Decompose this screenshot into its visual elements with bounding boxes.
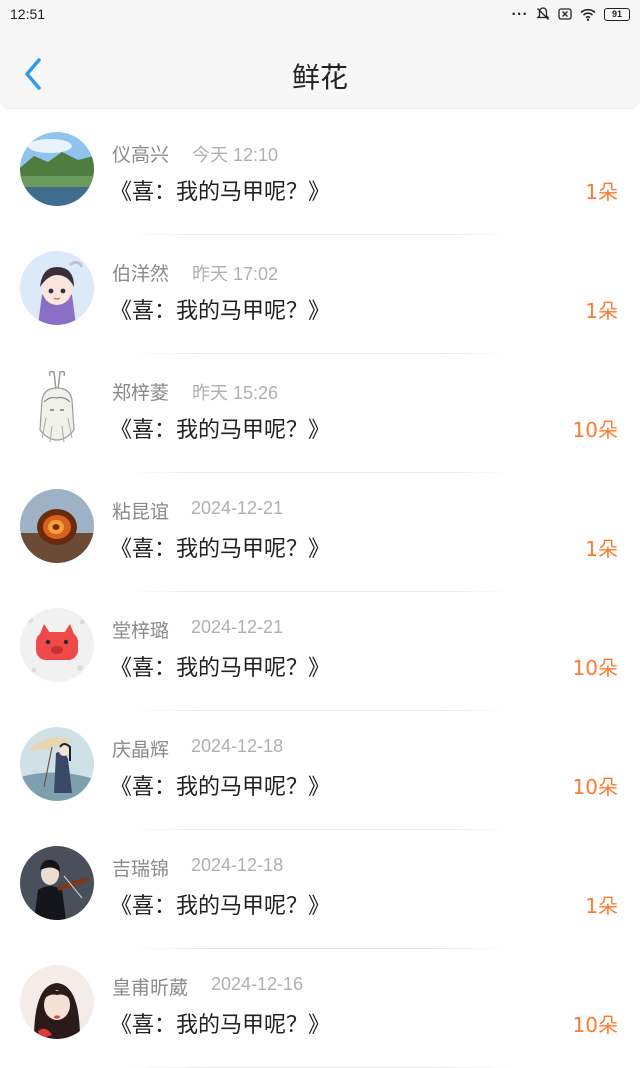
avatar[interactable] [20,846,94,920]
flower-count: 10朵 [572,418,618,442]
timestamp: 2024-12-18 [191,855,284,875]
avatar[interactable] [20,608,94,682]
status-bar: 12:51 ··· 91 [0,0,640,30]
wifi-icon [580,8,596,21]
status-icons: ··· 91 [511,6,630,22]
avatar[interactable] [20,251,94,325]
list-item[interactable]: 皇甫昕葳 2024-12-16 《喜：我的马甲呢？》 10朵 [0,949,640,1068]
gift-title: 《喜：我的马甲呢？》 [110,894,331,919]
user-name: 粘昆谊 [112,501,170,523]
list-item[interactable]: 郑梓菱 昨天 15:26 《喜：我的马甲呢？》 10朵 [0,354,640,473]
bell-muted-icon [536,7,550,20]
gift-title: 《喜：我的马甲呢？》 [110,1013,331,1038]
list-item[interactable]: 仪高兴 今天 12:10 《喜：我的马甲呢？》 1朵 [0,116,640,235]
list-item[interactable]: 伯洋然 昨天 17:02 《喜：我的马甲呢？》 1朵 [0,235,640,354]
flower-count: 1朵 [585,537,618,561]
flower-count: 10朵 [572,656,618,680]
avatar[interactable] [20,965,94,1039]
user-name: 堂梓璐 [112,620,170,642]
battery-icon: 91 [604,7,630,21]
gift-title: 《喜：我的马甲呢？》 [110,418,331,443]
list-item[interactable]: 庆晶辉 2024-12-18 《喜：我的马甲呢？》 10朵 [0,711,640,830]
gift-title: 《喜：我的马甲呢？》 [110,299,331,324]
flower-count: 1朵 [585,299,618,323]
flower-count: 1朵 [585,180,618,204]
list-item[interactable]: 吉瑞锦 2024-12-18 《喜：我的马甲呢？》 1朵 [0,830,640,949]
list-item[interactable]: 堂梓璐 2024-12-21 《喜：我的马甲呢？》 10朵 [0,592,640,711]
gift-title: 《喜：我的马甲呢？》 [110,775,331,800]
timestamp: 昨天 17:02 [192,264,279,284]
close-box-icon [558,8,572,20]
flower-count: 1朵 [585,894,618,918]
gift-title: 《喜：我的马甲呢？》 [110,180,331,205]
user-name: 仪高兴 [112,144,170,166]
avatar[interactable] [20,370,94,444]
avatar[interactable] [20,132,94,206]
avatar[interactable] [20,727,94,801]
user-name: 庆晶辉 [112,739,170,761]
more-dots-icon: ··· [511,7,528,21]
gift-title: 《喜：我的马甲呢？》 [110,656,331,681]
page-title: 鲜花 [291,61,348,94]
user-name: 吉瑞锦 [112,858,170,880]
gift-title: 《喜：我的马甲呢？》 [110,537,331,562]
timestamp: 2024-12-21 [191,617,284,637]
user-name: 伯洋然 [112,263,170,285]
user-name: 皇甫昕葳 [112,977,189,999]
avatar[interactable] [20,489,94,563]
timestamp: 2024-12-18 [191,736,284,756]
flower-list: 仪高兴 今天 12:10 《喜：我的马甲呢？》 1朵 伯洋然 昨天 17:02 … [0,116,640,1068]
status-time: 12:51 [10,6,46,22]
user-name: 郑梓菱 [112,382,170,404]
flower-count: 10朵 [572,775,618,799]
header: 鲜花 [0,30,640,109]
timestamp: 昨天 15:26 [192,383,279,403]
timestamp: 2024-12-21 [191,498,284,518]
list-item[interactable]: 粘昆谊 2024-12-21 《喜：我的马甲呢？》 1朵 [0,473,640,592]
timestamp: 2024-12-16 [211,974,304,994]
timestamp: 今天 12:10 [192,145,279,165]
